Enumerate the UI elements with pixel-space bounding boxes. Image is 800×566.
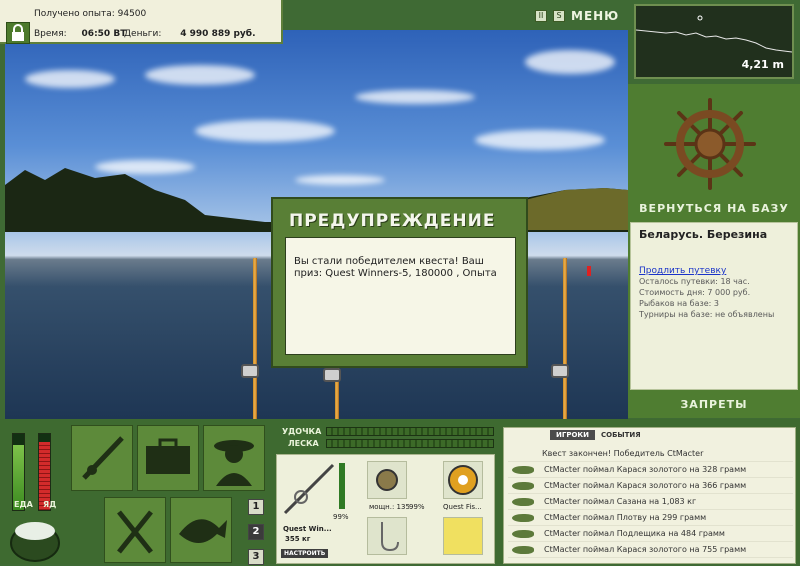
location-name: Беларусь. Березина <box>639 228 768 241</box>
float-bobber <box>587 266 591 276</box>
dialog-title: ПРЕДУПРЕЖДЕНИЕ <box>289 211 496 231</box>
location-info: Беларусь. Березина Продлить путевку Оста… <box>630 222 798 390</box>
line-spool-icon <box>448 465 478 495</box>
time-value: 06:50 ВТ <box>81 29 127 39</box>
fisherman-button[interactable] <box>203 425 265 491</box>
line-stress-meter <box>326 439 494 448</box>
stats-bar: Получено опыта: 94500 Время: 06:50 ВТ Де… <box>0 0 283 44</box>
food-label: ЕДА <box>14 500 33 509</box>
reel-right <box>551 364 569 378</box>
list-item: CtMacter поймал Сазана на 1,083 кг <box>508 494 793 510</box>
fishing-rod-right[interactable] <box>563 258 567 419</box>
depth-minimap[interactable]: 4,21 m <box>634 4 794 79</box>
time-label: Время: <box>34 29 67 39</box>
reel-icon <box>376 469 398 491</box>
poison-label: ЯД <box>43 500 57 509</box>
list-item: Квест закончен! Победитель CtMacter <box>508 446 793 462</box>
warning-dialog[interactable]: ПРЕДУПРЕЖДЕНИЕ Вы стали победителем квес… <box>271 197 528 368</box>
list-item: CtMacter поймал Карася золотого на 366 г… <box>508 478 793 494</box>
exp-label: Получено опыта: <box>34 9 115 19</box>
food-pot-icon[interactable] <box>8 515 62 563</box>
fish-icon <box>512 497 534 506</box>
events-panel: ИГРОКИ СОБЫТИЯ Квест закончен! Победител… <box>503 427 796 564</box>
fork-knife-icon <box>117 510 153 554</box>
lock-icon[interactable] <box>6 22 30 44</box>
top-controls: II S МЕНЮ <box>535 6 619 26</box>
fish-icon <box>512 529 534 538</box>
tackle-panel: 99% Quest Win... 355 кг НАСТРОИТЬ мощн.:… <box>276 454 495 564</box>
list-item: CtMacter поймал Плотву на 299 грамм <box>508 510 793 526</box>
tab-players[interactable]: ИГРОКИ <box>550 430 595 440</box>
rod-condition-bar <box>339 463 345 509</box>
dialog-message: Вы стали победителем квеста! Ваш приз: Q… <box>285 237 516 355</box>
tackle-box-button[interactable] <box>137 425 199 491</box>
fish-icon <box>512 513 534 522</box>
fish-icon <box>512 465 534 474</box>
menu-button[interactable]: МЕНЮ <box>571 9 619 23</box>
line-thumbnail[interactable] <box>443 461 483 499</box>
line-stress-label: ЛЕСКА <box>288 439 319 448</box>
money-value: 4 990 889 руб. <box>180 29 256 39</box>
exp-value: 94500 <box>117 9 147 19</box>
bans-button[interactable]: ЗАПРЕТЫ <box>628 398 800 411</box>
tackle-box-icon <box>146 438 190 474</box>
fish-icon <box>179 519 227 543</box>
slot-3-button[interactable]: 3 <box>248 549 264 565</box>
tab-events[interactable]: СОБЫТИЯ <box>599 430 643 440</box>
fishing-rod-left[interactable] <box>253 258 257 419</box>
reel-thumbnail[interactable] <box>367 461 407 499</box>
info-line: Турниры на базе: не объявлены <box>639 310 775 319</box>
line-name: Quest Fis... <box>443 503 482 511</box>
rod-button[interactable] <box>71 425 133 491</box>
rod-stress-label: УДОЧКА <box>282 427 322 436</box>
slot-1-button[interactable]: 1 <box>248 499 264 515</box>
return-to-base-button[interactable]: ВЕРНУТЬСЯ НА БАЗУ <box>628 202 800 215</box>
rod-percent: 99% <box>333 513 349 521</box>
reel-left <box>241 364 259 378</box>
fish-icon <box>512 481 534 490</box>
pause-icon[interactable]: II <box>535 10 547 22</box>
events-list: Квест закончен! Победитель CtMacter CtMa… <box>508 446 793 558</box>
info-line: Осталось путевки: 18 час. <box>639 277 750 286</box>
rod-name: Quest Win... <box>283 525 332 533</box>
events-tabs: ИГРОКИ СОБЫТИЯ <box>550 430 643 440</box>
list-item: CtMacter поймал Карася золотого на 755 г… <box>508 542 793 558</box>
rod-thumbnail[interactable] <box>281 461 337 519</box>
reel-percent: 99% <box>409 503 425 511</box>
list-item: CtMacter поймал Подлещика на 484 грамм <box>508 526 793 542</box>
list-item: CtMacter поймал Карася золотого на 328 г… <box>508 462 793 478</box>
fisherman-icon <box>214 440 254 486</box>
hook-icon <box>381 522 399 552</box>
catch-button[interactable] <box>170 497 232 563</box>
money-label: Деньги: <box>124 29 162 39</box>
info-line: Рыбаков на базе: 3 <box>639 299 719 308</box>
slot-2-button[interactable]: 2 <box>248 524 264 540</box>
ship-wheel-icon[interactable] <box>662 96 758 192</box>
rod-stress-meter <box>326 427 494 436</box>
reel-info: мощн.: 135 <box>369 503 410 511</box>
rod-weight: 355 кг <box>285 535 311 543</box>
depth-readout: 4,21 m <box>741 58 784 71</box>
setup-button[interactable]: НАСТРОИТЬ <box>281 549 329 558</box>
fish-icon <box>512 545 534 554</box>
bait-thumbnail[interactable] <box>443 517 483 555</box>
rod-icon <box>82 436 124 480</box>
reel-center <box>323 368 341 382</box>
food-button[interactable] <box>104 497 166 563</box>
sound-icon[interactable]: S <box>553 10 565 22</box>
hook-thumbnail[interactable] <box>367 517 407 555</box>
extend-permit-link[interactable]: Продлить путевку <box>639 266 726 276</box>
info-line: Стоимость дня: 7 000 руб. <box>639 288 751 297</box>
